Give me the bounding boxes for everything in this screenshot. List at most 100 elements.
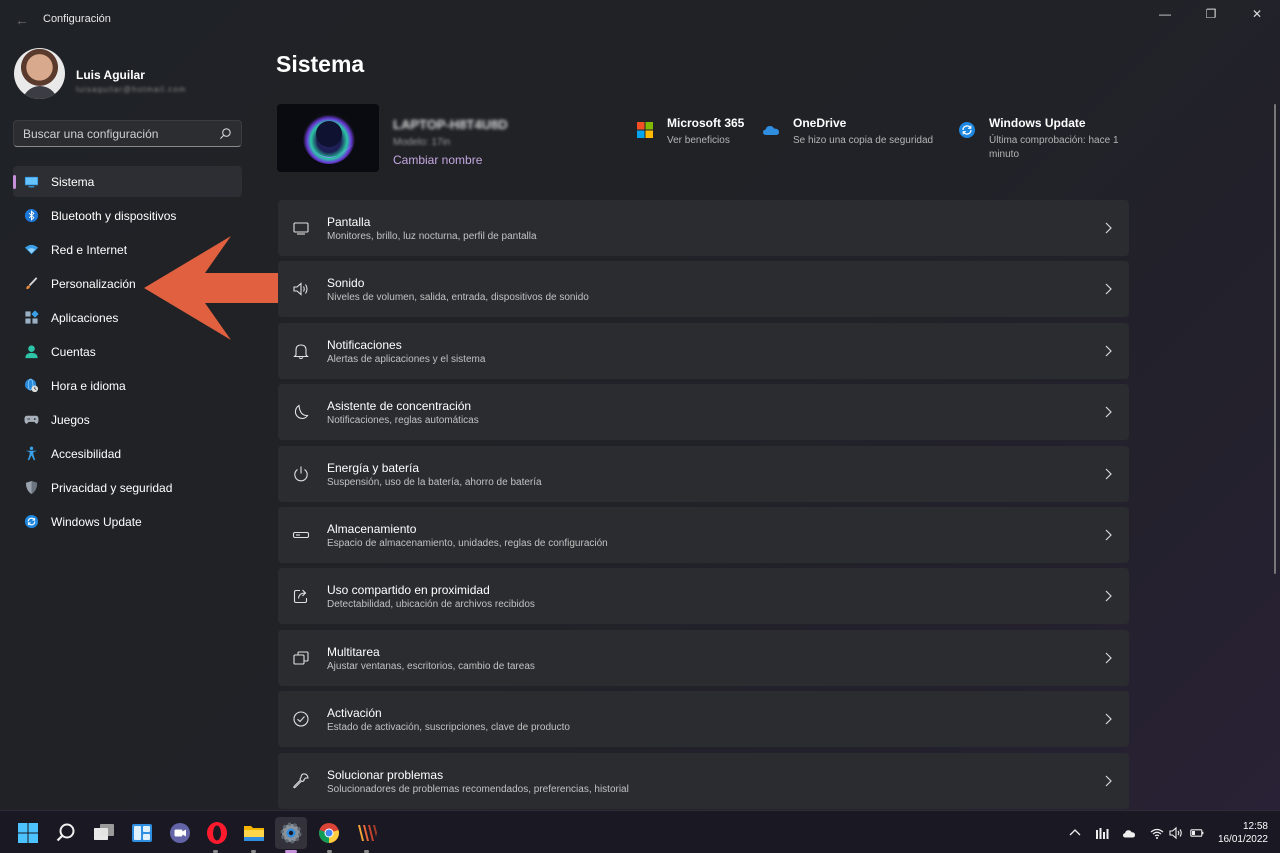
microsoft-logo-icon: [637, 122, 653, 138]
sidebar: Luis Aguilar luisaguilar@hotmail.com Sis…: [0, 40, 255, 810]
card-title: Energía y batería: [327, 460, 420, 475]
cloud-icon[interactable]: [1122, 826, 1136, 840]
search-icon[interactable]: [54, 821, 78, 845]
profile-email: luisaguilar@hotmail.com: [76, 85, 187, 93]
gamepad-icon: [24, 415, 39, 424]
profile-name: Luis Aguilar: [76, 68, 145, 82]
storage-drive-icon: [292, 531, 310, 539]
sidebar-item-windows-update[interactable]: Windows Update: [13, 506, 242, 537]
avatar[interactable]: [14, 48, 65, 99]
sidebar-item-cuentas[interactable]: Cuentas: [13, 336, 242, 367]
window-controls: — ❐ ✕: [1142, 0, 1280, 28]
sidebar-item-label: Personalización: [51, 277, 136, 291]
volume-icon[interactable]: [1169, 826, 1183, 840]
task-view-icon[interactable]: [92, 821, 116, 845]
widgets-icon[interactable]: [130, 821, 154, 845]
sidebar-item-label: Juegos: [51, 413, 90, 427]
sidebar-item-bluetooth[interactable]: Bluetooth y dispositivos: [13, 200, 242, 231]
brush-icon: [26, 277, 38, 290]
quick-link-subtitle: Última comprobación: hace 1 minuto: [989, 134, 1119, 162]
sidebar-item-label: Windows Update: [51, 515, 142, 529]
settings-card-solucionar-problemas[interactable]: Solucionar problemas Solucionadores de p…: [278, 752, 1129, 809]
sidebar-item-sistema[interactable]: Sistema: [13, 166, 242, 197]
settings-card-uso-compartido[interactable]: Uso compartido en proximidad Detectabili…: [278, 568, 1129, 625]
battery-icon[interactable]: [1190, 826, 1204, 840]
maximize-button[interactable]: ❐: [1188, 0, 1234, 28]
device-name: LAPTOP-H8T4U8D: [393, 117, 508, 131]
sidebar-item-hora[interactable]: Hora e idioma: [13, 370, 242, 401]
multitask-icon: [293, 651, 309, 665]
page-title: Sistema: [276, 51, 365, 77]
update-icon: [959, 122, 975, 138]
card-title: Notificaciones: [327, 337, 402, 352]
teams-chat-icon[interactable]: [168, 821, 192, 845]
card-subtitle: Suspensión, uso de la batería, ahorro de…: [327, 476, 542, 488]
clock-date: 16/01/2022: [1217, 834, 1268, 845]
person-icon: [25, 345, 38, 359]
quick-link-subtitle-line: Última comprobación: hace 1: [989, 135, 1119, 146]
start-icon[interactable]: [16, 821, 40, 845]
settings-card-notificaciones[interactable]: Notificaciones Alertas de aplicaciones y…: [278, 322, 1129, 379]
minimize-button[interactable]: —: [1142, 0, 1188, 28]
wifi-icon: [24, 244, 39, 255]
card-subtitle: Espacio de almacenamiento, unidades, reg…: [327, 537, 608, 549]
quick-link-onedrive[interactable]: OneDrive Se hizo una copia de seguridad: [762, 116, 947, 166]
chevron-up-icon[interactable]: [1068, 826, 1082, 840]
equalizer-icon[interactable]: [1095, 826, 1109, 840]
active-indicator: [13, 175, 16, 189]
display-icon: [293, 222, 309, 235]
card-title: Almacenamiento: [327, 521, 417, 536]
card-title: Uso compartido en proximidad: [327, 583, 490, 598]
quick-link-subtitle: Se hizo una copia de seguridad: [793, 135, 934, 146]
card-subtitle: Estado de activación, suscripciones, cla…: [327, 722, 570, 734]
card-subtitle: Alertas de aplicaciones y el sistema: [327, 353, 486, 365]
search-input[interactable]: [23, 125, 213, 143]
settings-gear-icon[interactable]: [279, 821, 303, 845]
sidebar-nav: Sistema Bluetooth y dispositivos Red e I…: [13, 166, 242, 540]
settings-card-sonido[interactable]: Sonido Niveles de volumen, salida, entra…: [278, 261, 1129, 318]
chevron-right-icon: [1105, 590, 1112, 602]
card-title: Solucionar problemas: [327, 767, 444, 782]
scrollbar[interactable]: [1274, 104, 1276, 574]
settings-card-multitarea[interactable]: Multitarea Ajustar ventanas, escritorios…: [278, 629, 1129, 686]
device-model: Modelo: 17in: [393, 137, 451, 147]
check-circle-icon: [293, 711, 309, 727]
opera-icon[interactable]: [205, 821, 229, 845]
chrome-icon[interactable]: [317, 821, 341, 845]
rename-device-link[interactable]: Cambiar nombre: [393, 153, 482, 167]
settings-card-activacion[interactable]: Activación Estado de activación, suscrip…: [278, 691, 1129, 748]
search-icon[interactable]: [219, 127, 232, 140]
system-clock[interactable]: 12:58 16/01/2022: [1218, 820, 1268, 846]
winamp-icon[interactable]: [355, 821, 379, 845]
quick-link-title: Microsoft 365: [667, 116, 745, 130]
settings-card-energia[interactable]: Energía y batería Suspensión, uso de la …: [278, 445, 1129, 502]
sidebar-item-accesibilidad[interactable]: Accesibilidad: [13, 438, 242, 469]
chevron-right-icon: [1105, 345, 1112, 357]
sidebar-item-privacidad[interactable]: Privacidad y seguridad: [13, 472, 242, 503]
quick-link-subtitle: Ver beneficios: [667, 135, 730, 146]
settings-card-pantalla[interactable]: Pantalla Monitores, brillo, luz nocturna…: [278, 200, 1129, 256]
settings-card-almacenamiento[interactable]: Almacenamiento Espacio de almacenamiento…: [278, 506, 1129, 563]
wifi-icon[interactable]: [1150, 826, 1164, 840]
quick-link-microsoft-365[interactable]: Microsoft 365 Ver beneficios: [636, 116, 751, 166]
back-button[interactable]: ←: [12, 10, 32, 30]
chevron-right-icon: [1105, 283, 1112, 295]
settings-card-asistente-concentracion[interactable]: Asistente de concentración Notificacione…: [278, 384, 1129, 441]
annotation-arrow: [144, 236, 280, 340]
sidebar-item-juegos[interactable]: Juegos: [13, 404, 242, 435]
file-explorer-icon[interactable]: [242, 821, 266, 845]
apps-icon: [25, 310, 39, 324]
update-icon: [24, 514, 39, 529]
settings-list: Pantalla Monitores, brillo, luz nocturna…: [278, 200, 1129, 814]
sidebar-item-label: Sistema: [51, 175, 95, 189]
shield-icon: [25, 480, 38, 495]
card-subtitle: Ajustar ventanas, escritorios, cambio de…: [327, 660, 535, 672]
close-button[interactable]: ✕: [1234, 0, 1280, 28]
bell-icon: [293, 344, 309, 359]
chevron-right-icon: [1105, 713, 1112, 725]
quick-link-windows-update[interactable]: Windows Update Última comprobación: hace…: [958, 116, 1133, 166]
card-title: Pantalla: [327, 215, 371, 229]
quick-link-title: Windows Update: [989, 116, 1086, 130]
search-box[interactable]: [13, 120, 242, 147]
user-profile[interactable]: Luis Aguilar luisaguilar@hotmail.com: [14, 48, 244, 102]
